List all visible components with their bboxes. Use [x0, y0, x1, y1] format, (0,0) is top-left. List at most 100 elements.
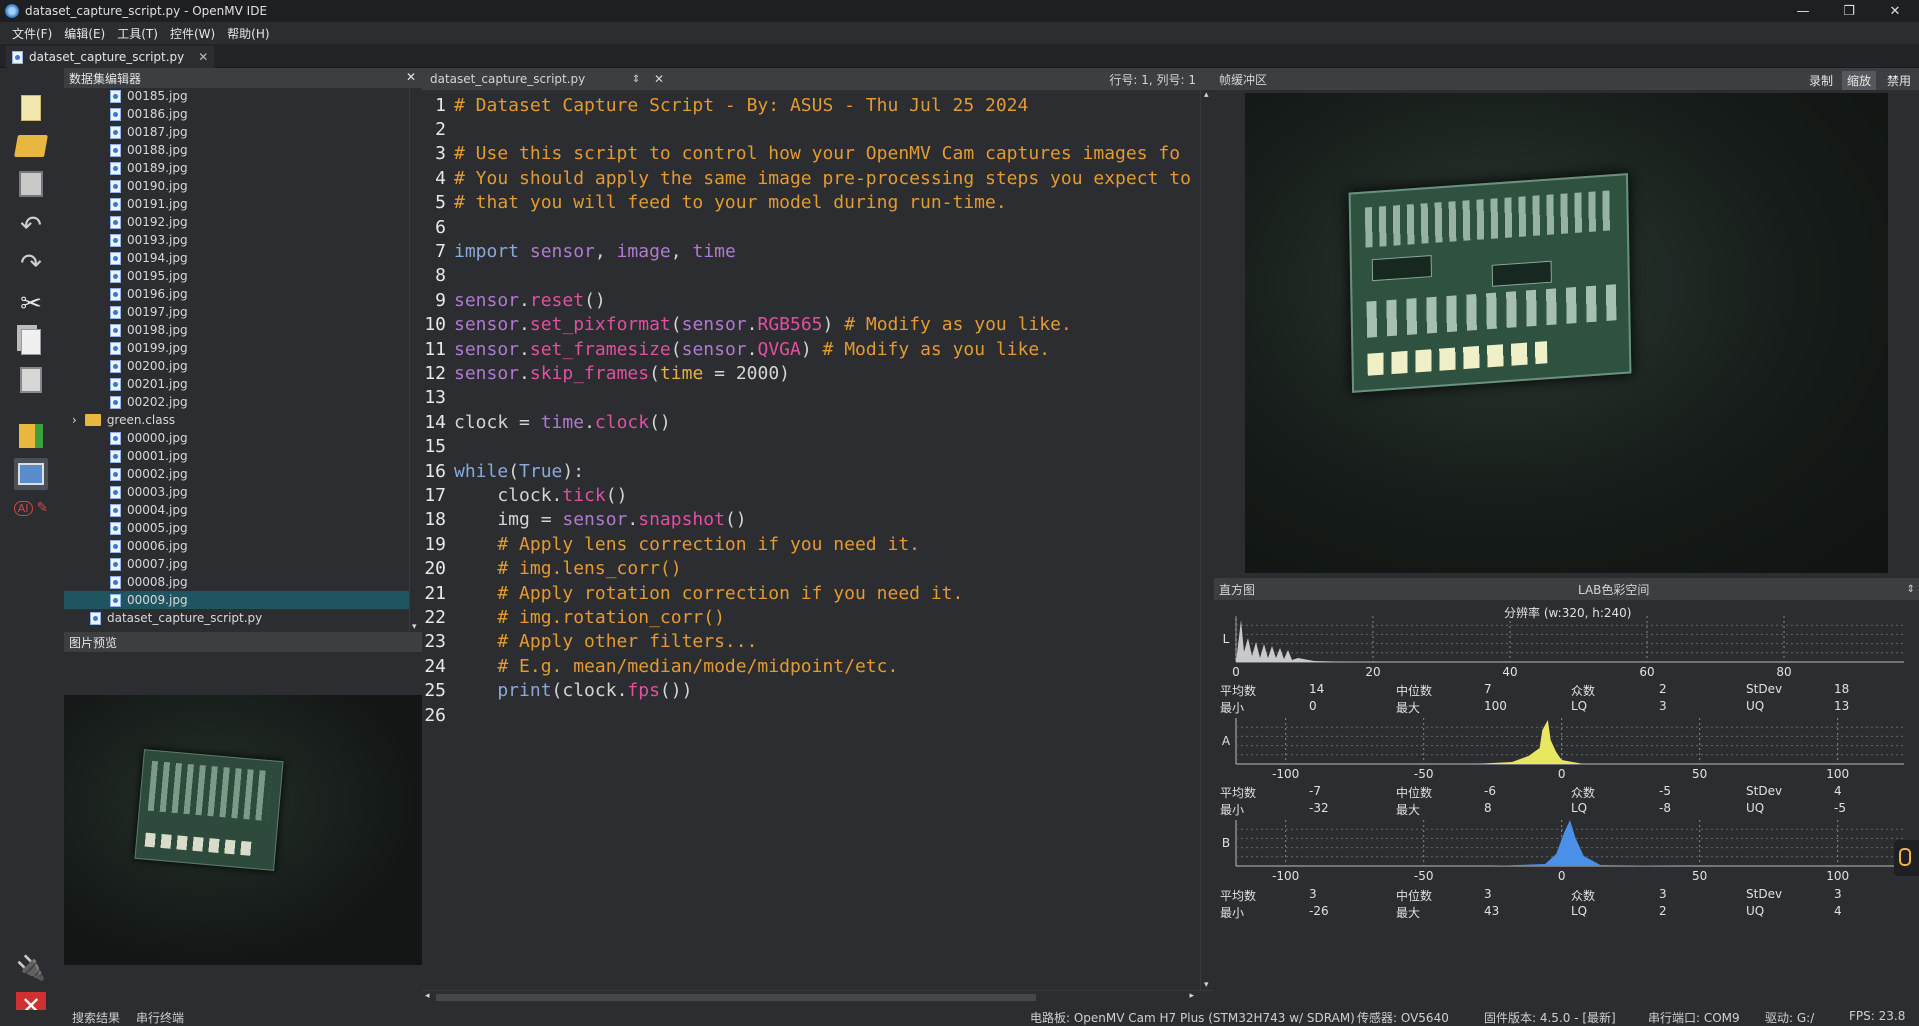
open-file-button[interactable]	[14, 130, 48, 162]
tree-file[interactable]: 00197.jpg	[64, 303, 409, 321]
undo-button[interactable]: ↶	[14, 210, 48, 242]
code-line[interactable]: 3 # Use this script to control how your O…	[422, 142, 1180, 166]
redo-button[interactable]: ↷	[14, 248, 48, 280]
minimize-button[interactable]: —	[1780, 0, 1826, 22]
tree-folder[interactable]: › green.class	[64, 411, 409, 429]
tree-file[interactable]: 00192.jpg	[64, 213, 409, 231]
code-line[interactable]: 9 sensor.reset()	[422, 288, 606, 312]
dataset-new-class-button[interactable]	[14, 420, 48, 452]
code-line[interactable]: 7 import sensor, image, time	[422, 239, 736, 263]
editor-vertical-scrollbar[interactable]: ▴ ▾	[1200, 90, 1214, 990]
close-pane-icon[interactable]: ✕	[406, 70, 416, 84]
scroll-left-icon[interactable]: ◂	[425, 991, 430, 1001]
code-line[interactable]: 6	[422, 215, 454, 239]
zoom-button[interactable]: 缩放	[1842, 71, 1877, 90]
close-tab-icon[interactable]: ✕	[198, 50, 208, 64]
tree-file[interactable]: 00202.jpg	[64, 393, 409, 411]
scroll-down-icon[interactable]: ▾	[1204, 980, 1209, 990]
tree-file[interactable]: 00002.jpg	[64, 465, 409, 483]
code-line[interactable]: 23 # Apply other filters...	[422, 630, 757, 654]
tree-file[interactable]: 00187.jpg	[64, 123, 409, 141]
chevron-right-icon[interactable]: ›	[72, 413, 77, 427]
doc-tab-script[interactable]: dataset_capture_script.py ✕	[6, 46, 215, 68]
maximize-button[interactable]: ❐	[1826, 0, 1872, 22]
tree-file[interactable]: 00008.jpg	[64, 573, 409, 591]
code-line[interactable]: 4 # You should apply the same image pre-p…	[422, 166, 1191, 190]
paste-button[interactable]	[14, 364, 48, 396]
colorspace-select[interactable]: LAB色彩空间	[1578, 581, 1649, 598]
tree-file[interactable]: 00001.jpg	[64, 447, 409, 465]
menu-widgets[interactable]: 控件(W)	[164, 25, 221, 42]
tree-file[interactable]: 00201.jpg	[64, 375, 409, 393]
save-button[interactable]	[14, 168, 48, 200]
tree-file[interactable]: 00189.jpg	[64, 159, 409, 177]
code-line[interactable]: 11 sensor.set_framesize(sensor.QVGA) # Mo…	[422, 337, 1050, 361]
copy-button[interactable]	[14, 326, 48, 358]
tree-file[interactable]: 00194.jpg	[64, 249, 409, 267]
serial-terminal-tab[interactable]: 串行终端	[136, 1009, 184, 1026]
tree-file[interactable]: 00198.jpg	[64, 321, 409, 339]
tree-file[interactable]: 00191.jpg	[64, 195, 409, 213]
editor-file-select[interactable]: dataset_capture_script.py	[430, 72, 585, 86]
disable-button[interactable]: 禁用	[1882, 71, 1916, 90]
scroll-up-icon[interactable]: ▴	[1204, 90, 1209, 100]
close-editor-icon[interactable]: ✕	[654, 72, 664, 86]
dataset-capture-button[interactable]	[14, 458, 48, 490]
tree-scrollbar[interactable]: ▾	[409, 88, 422, 632]
board-info[interactable]: 电路板: OpenMV Cam H7 Plus (STM32H743 w/ SD…	[1030, 1009, 1355, 1026]
edge-impulse-buttons[interactable]: AI ✎	[13, 496, 48, 520]
menu-edit[interactable]: 编辑(E)	[58, 25, 111, 42]
tree-file[interactable]: 00003.jpg	[64, 483, 409, 501]
tree-file[interactable]: 00195.jpg	[64, 267, 409, 285]
tree-file[interactable]: 00007.jpg	[64, 555, 409, 573]
new-file-button[interactable]	[14, 92, 48, 124]
record-button[interactable]: 录制	[1804, 71, 1838, 90]
tree-file[interactable]: 00186.jpg	[64, 105, 409, 123]
code-line[interactable]: 14 clock = time.clock()	[422, 410, 670, 434]
code-line[interactable]: 12 sensor.skip_frames(time = 2000)	[422, 361, 790, 385]
side-tab[interactable]	[1894, 840, 1919, 876]
search-results-tab[interactable]: 搜索结果	[72, 1009, 120, 1026]
tree-file[interactable]: 00005.jpg	[64, 519, 409, 537]
tree-file[interactable]: 00200.jpg	[64, 357, 409, 375]
tree-file[interactable]: 00000.jpg	[64, 429, 409, 447]
tree-file[interactable]: 00006.jpg	[64, 537, 409, 555]
code-editor[interactable]: 1 # Dataset Capture Script - By: ASUS - T…	[422, 90, 1200, 990]
code-line[interactable]: 15	[422, 435, 454, 459]
tree-file[interactable]: 00009.jpg	[64, 591, 409, 609]
code-line[interactable]: 2	[422, 117, 454, 141]
code-line[interactable]: 19 # Apply lens correction if you need i…	[422, 532, 920, 556]
scroll-down-icon[interactable]: ▾	[412, 622, 417, 632]
code-line[interactable]: 20 # img.lens_corr()	[422, 557, 681, 581]
code-line[interactable]: 5 # that you will feed to your model duri…	[422, 191, 1007, 215]
code-line[interactable]: 18 img = sensor.snapshot()	[422, 508, 746, 532]
code-line[interactable]: 25 print(clock.fps())	[422, 679, 692, 703]
code-line[interactable]: 1 # Dataset Capture Script - By: ASUS - T…	[422, 93, 1028, 117]
code-line[interactable]: 16 while(True):	[422, 459, 584, 483]
tree-file[interactable]: 00004.jpg	[64, 501, 409, 519]
cut-button[interactable]: ✂	[14, 288, 48, 320]
tree-file[interactable]: 00196.jpg	[64, 285, 409, 303]
code-line[interactable]: 10 sensor.set_pixformat(sensor.RGB565) # …	[422, 313, 1071, 337]
tree-file[interactable]: 00188.jpg	[64, 141, 409, 159]
code-line[interactable]: 17 clock.tick()	[422, 483, 627, 507]
code-line[interactable]: 22 # img.rotation_corr()	[422, 605, 725, 629]
hscroll-thumb[interactable]	[436, 994, 1036, 1001]
firmware-info[interactable]: 固件版本: 4.5.0 - [最新]	[1484, 1009, 1616, 1026]
code-line[interactable]: 13	[422, 386, 454, 410]
menu-file[interactable]: 文件(F)	[6, 25, 58, 42]
tree-file[interactable]: 00199.jpg	[64, 339, 409, 357]
code-line[interactable]: 24 # E.g. mean/median/mode/midpoint/etc.	[422, 654, 898, 678]
tree-file[interactable]: dataset_capture_script.py	[64, 609, 409, 627]
tree-file[interactable]: 00193.jpg	[64, 231, 409, 249]
editor-horizontal-scrollbar[interactable]: ◂ ▸	[422, 990, 1214, 1004]
menu-help[interactable]: 帮助(H)	[221, 25, 275, 42]
menu-tools[interactable]: 工具(T)	[111, 25, 164, 42]
code-line[interactable]: 26	[422, 703, 454, 727]
scroll-right-icon[interactable]: ▸	[1189, 991, 1194, 1001]
drive-info[interactable]: 驱动: G:/	[1765, 1009, 1814, 1026]
connect-button[interactable]: 🔌	[14, 952, 48, 984]
tree-file[interactable]: 00190.jpg	[64, 177, 409, 195]
close-button[interactable]: ✕	[1872, 0, 1918, 22]
code-line[interactable]: 21 # Apply rotation correction if you ne…	[422, 581, 963, 605]
